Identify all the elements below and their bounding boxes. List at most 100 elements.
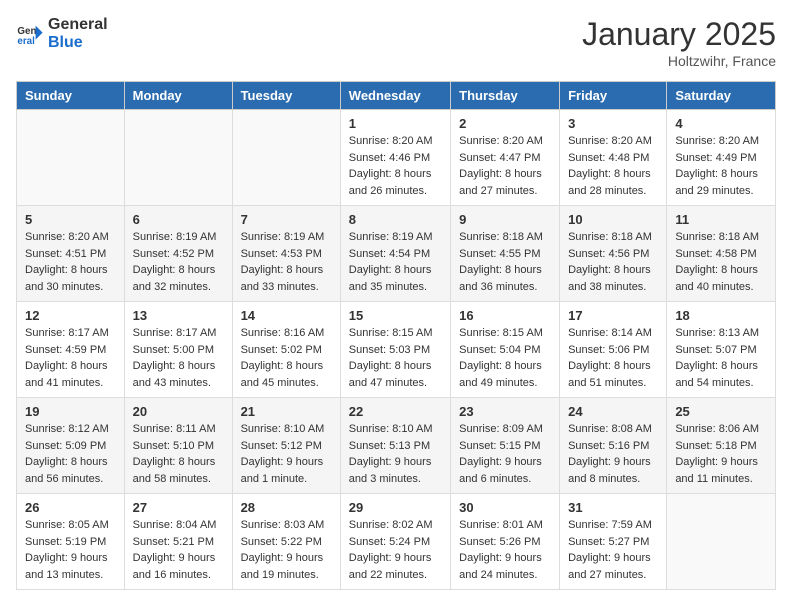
weekday-header-saturday: Saturday bbox=[667, 82, 776, 110]
day-info: Sunrise: 8:19 AMSunset: 4:54 PMDaylight:… bbox=[349, 229, 442, 295]
weekday-header-wednesday: Wednesday bbox=[340, 82, 450, 110]
calendar-table: SundayMondayTuesdayWednesdayThursdayFrid… bbox=[16, 81, 776, 590]
day-info: Sunrise: 8:20 AMSunset: 4:51 PMDaylight:… bbox=[25, 229, 116, 295]
day-number: 28 bbox=[241, 500, 332, 515]
calendar-cell: 9Sunrise: 8:18 AMSunset: 4:55 PMDaylight… bbox=[451, 206, 560, 302]
calendar-cell: 2 Sunrise: 8:20 AMSunset: 4:47 PMDaylight… bbox=[451, 110, 560, 206]
day-number: 11 bbox=[675, 212, 767, 227]
day-info: Sunrise: 8:18 AMSunset: 4:58 PMDaylight:… bbox=[675, 229, 767, 295]
calendar-cell: 31 Sunrise: 7:59 AMSunset: 5:27 PMDayligh… bbox=[560, 494, 667, 590]
day-info: Sunrise: 8:02 AMSunset: 5:24 PMDaylight:… bbox=[349, 517, 442, 583]
day-info: Sunrise: 8:20 AMSunset: 4:46 PMDaylight:… bbox=[349, 133, 442, 199]
day-number: 26 bbox=[25, 500, 116, 515]
day-info: Sunrise: 8:03 AMSunset: 5:22 PMDaylight:… bbox=[241, 517, 332, 583]
calendar-cell: 19Sunrise: 8:12 AMSunset: 5:09 PMDayligh… bbox=[17, 398, 125, 494]
day-info: Sunrise: 8:17 AMSunset: 5:00 PMDaylight:… bbox=[133, 325, 224, 391]
day-info: Sunrise: 8:19 AMSunset: 4:52 PMDaylight:… bbox=[133, 229, 224, 295]
calendar-cell: 6 Sunrise: 8:19 AMSunset: 4:52 PMDaylight… bbox=[124, 206, 232, 302]
day-number: 1 bbox=[349, 116, 442, 131]
day-info: Sunrise: 8:14 AMSunset: 5:06 PMDaylight:… bbox=[568, 325, 658, 391]
day-info: Sunrise: 8:20 AMSunset: 4:48 PMDaylight:… bbox=[568, 133, 658, 199]
calendar-cell: 17Sunrise: 8:14 AMSunset: 5:06 PMDayligh… bbox=[560, 302, 667, 398]
weekday-header-monday: Monday bbox=[124, 82, 232, 110]
calendar-cell: 20Sunrise: 8:11 AMSunset: 5:10 PMDayligh… bbox=[124, 398, 232, 494]
day-number: 3 bbox=[568, 116, 658, 131]
title-section: January 2025 Holtzwihr, France bbox=[582, 16, 776, 69]
day-info: Sunrise: 8:05 AMSunset: 5:19 PMDaylight:… bbox=[25, 517, 116, 583]
day-number: 7 bbox=[241, 212, 332, 227]
calendar-cell: 13 Sunrise: 8:17 AMSunset: 5:00 PMDayligh… bbox=[124, 302, 232, 398]
day-info: Sunrise: 8:10 AMSunset: 5:13 PMDaylight:… bbox=[349, 421, 442, 487]
calendar-week-row: 12 Sunrise: 8:17 AMSunset: 4:59 PMDayligh… bbox=[17, 302, 776, 398]
calendar-cell: 21Sunrise: 8:10 AMSunset: 5:12 PMDayligh… bbox=[232, 398, 340, 494]
day-number: 2 bbox=[459, 116, 551, 131]
calendar-cell: 11 Sunrise: 8:18 AMSunset: 4:58 PMDayligh… bbox=[667, 206, 776, 302]
day-number: 13 bbox=[133, 308, 224, 323]
calendar-cell: 22 Sunrise: 8:10 AMSunset: 5:13 PMDayligh… bbox=[340, 398, 450, 494]
calendar-cell: 15Sunrise: 8:15 AMSunset: 5:03 PMDayligh… bbox=[340, 302, 450, 398]
day-info: Sunrise: 8:17 AMSunset: 4:59 PMDaylight:… bbox=[25, 325, 116, 391]
weekday-header-friday: Friday bbox=[560, 82, 667, 110]
day-number: 9 bbox=[459, 212, 551, 227]
logo-icon: Gen eral bbox=[16, 20, 44, 48]
calendar-cell: 23 Sunrise: 8:09 AMSunset: 5:15 PMDayligh… bbox=[451, 398, 560, 494]
calendar-cell: 10 Sunrise: 8:18 AMSunset: 4:56 PMDayligh… bbox=[560, 206, 667, 302]
svg-text:eral: eral bbox=[17, 35, 35, 46]
calendar-cell bbox=[17, 110, 125, 206]
day-number: 30 bbox=[459, 500, 551, 515]
day-number: 10 bbox=[568, 212, 658, 227]
weekday-header-thursday: Thursday bbox=[451, 82, 560, 110]
calendar-cell bbox=[124, 110, 232, 206]
logo-general: General bbox=[48, 16, 108, 34]
logo-blue: Blue bbox=[48, 34, 108, 52]
calendar-cell: 14Sunrise: 8:16 AMSunset: 5:02 PMDayligh… bbox=[232, 302, 340, 398]
day-number: 18 bbox=[675, 308, 767, 323]
calendar-cell: 27Sunrise: 8:04 AMSunset: 5:21 PMDayligh… bbox=[124, 494, 232, 590]
day-number: 23 bbox=[459, 404, 551, 419]
calendar-cell: 3 Sunrise: 8:20 AMSunset: 4:48 PMDaylight… bbox=[560, 110, 667, 206]
day-number: 20 bbox=[133, 404, 224, 419]
day-info: Sunrise: 8:19 AMSunset: 4:53 PMDaylight:… bbox=[241, 229, 332, 295]
calendar-cell: 7 Sunrise: 8:19 AMSunset: 4:53 PMDaylight… bbox=[232, 206, 340, 302]
calendar-week-row: 26 Sunrise: 8:05 AMSunset: 5:19 PMDayligh… bbox=[17, 494, 776, 590]
day-info: Sunrise: 8:09 AMSunset: 5:15 PMDaylight:… bbox=[459, 421, 551, 487]
calendar-cell: 5 Sunrise: 8:20 AMSunset: 4:51 PMDaylight… bbox=[17, 206, 125, 302]
day-number: 14 bbox=[241, 308, 332, 323]
month-title: January 2025 bbox=[582, 16, 776, 53]
day-number: 12 bbox=[25, 308, 116, 323]
day-number: 5 bbox=[25, 212, 116, 227]
day-number: 16 bbox=[459, 308, 551, 323]
calendar-cell bbox=[232, 110, 340, 206]
day-info: Sunrise: 7:59 AMSunset: 5:27 PMDaylight:… bbox=[568, 517, 658, 583]
weekday-header-sunday: Sunday bbox=[17, 82, 125, 110]
calendar-header-row: SundayMondayTuesdayWednesdayThursdayFrid… bbox=[17, 82, 776, 110]
calendar-cell: 29 Sunrise: 8:02 AMSunset: 5:24 PMDayligh… bbox=[340, 494, 450, 590]
day-number: 25 bbox=[675, 404, 767, 419]
day-info: Sunrise: 8:20 AMSunset: 4:49 PMDaylight:… bbox=[675, 133, 767, 199]
day-number: 31 bbox=[568, 500, 658, 515]
day-number: 29 bbox=[349, 500, 442, 515]
day-number: 8 bbox=[349, 212, 442, 227]
calendar-cell: 8 Sunrise: 8:19 AMSunset: 4:54 PMDaylight… bbox=[340, 206, 450, 302]
calendar-week-row: 5 Sunrise: 8:20 AMSunset: 4:51 PMDaylight… bbox=[17, 206, 776, 302]
calendar-cell: 25 Sunrise: 8:06 AMSunset: 5:18 PMDayligh… bbox=[667, 398, 776, 494]
day-info: Sunrise: 8:15 AMSunset: 5:03 PMDaylight:… bbox=[349, 325, 442, 391]
page-header: Gen eral General Blue January 2025 Holtz… bbox=[16, 16, 776, 69]
day-number: 27 bbox=[133, 500, 224, 515]
day-number: 24 bbox=[568, 404, 658, 419]
day-info: Sunrise: 8:06 AMSunset: 5:18 PMDaylight:… bbox=[675, 421, 767, 487]
calendar-week-row: 19Sunrise: 8:12 AMSunset: 5:09 PMDayligh… bbox=[17, 398, 776, 494]
day-info: Sunrise: 8:13 AMSunset: 5:07 PMDaylight:… bbox=[675, 325, 767, 391]
day-info: Sunrise: 8:08 AMSunset: 5:16 PMDaylight:… bbox=[568, 421, 658, 487]
day-info: Sunrise: 8:18 AMSunset: 4:56 PMDaylight:… bbox=[568, 229, 658, 295]
calendar-cell: 26 Sunrise: 8:05 AMSunset: 5:19 PMDayligh… bbox=[17, 494, 125, 590]
day-info: Sunrise: 8:15 AMSunset: 5:04 PMDaylight:… bbox=[459, 325, 551, 391]
day-number: 6 bbox=[133, 212, 224, 227]
calendar-week-row: 1 Sunrise: 8:20 AMSunset: 4:46 PMDaylight… bbox=[17, 110, 776, 206]
day-number: 22 bbox=[349, 404, 442, 419]
calendar-cell: 24 Sunrise: 8:08 AMSunset: 5:16 PMDayligh… bbox=[560, 398, 667, 494]
day-number: 4 bbox=[675, 116, 767, 131]
day-info: Sunrise: 8:20 AMSunset: 4:47 PMDaylight:… bbox=[459, 133, 551, 199]
calendar-cell: 18 Sunrise: 8:13 AMSunset: 5:07 PMDayligh… bbox=[667, 302, 776, 398]
day-number: 21 bbox=[241, 404, 332, 419]
